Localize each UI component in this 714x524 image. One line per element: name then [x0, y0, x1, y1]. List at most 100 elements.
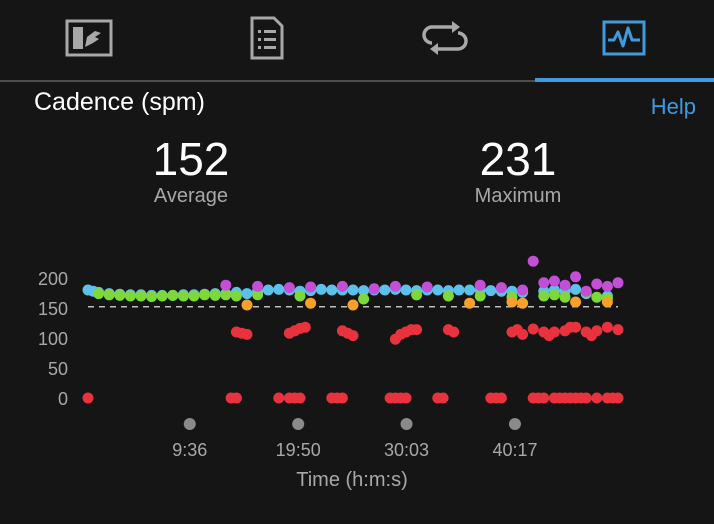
data-point	[336, 392, 348, 404]
data-point	[294, 392, 306, 404]
active-tab-indicator	[535, 78, 714, 82]
data-point	[347, 299, 359, 311]
data-point	[294, 290, 306, 302]
data-point	[548, 275, 560, 287]
tab-laps[interactable]	[356, 0, 534, 80]
data-point	[591, 291, 603, 303]
data-point	[548, 289, 560, 301]
data-point	[305, 297, 317, 309]
data-point	[299, 321, 311, 333]
data-point	[612, 277, 624, 289]
data-point	[527, 255, 539, 267]
data-point	[305, 281, 317, 293]
chart-card-icon	[65, 19, 113, 62]
data-point	[474, 290, 486, 302]
waveform-icon	[602, 20, 646, 61]
data-point	[199, 289, 211, 301]
data-point	[570, 271, 582, 283]
data-point	[230, 290, 242, 302]
x-tick-marker	[508, 418, 521, 430]
data-point	[601, 296, 613, 308]
maximum-value: 231	[479, 133, 557, 185]
data-point	[538, 392, 550, 404]
data-point	[591, 325, 603, 337]
help-link[interactable]: Help	[651, 94, 696, 120]
cadence-chart: 0 50 100 150 200 9:36 19:50 30:03 40:17 Time (h…	[38, 255, 624, 491]
data-point	[124, 290, 136, 302]
data-point	[252, 280, 264, 292]
data-point	[358, 293, 370, 305]
data-point	[167, 289, 179, 301]
data-point	[506, 296, 518, 308]
average-label: Average	[153, 185, 229, 207]
data-point	[612, 392, 624, 404]
tab-charts[interactable]	[535, 0, 713, 80]
data-point	[273, 283, 285, 295]
y-tick-label: 100	[38, 329, 68, 349]
data-point	[517, 284, 529, 296]
data-point	[389, 280, 401, 292]
loop-arrows-icon	[422, 20, 468, 60]
x-tick-marker	[400, 418, 413, 430]
data-point	[527, 323, 539, 335]
data-point	[495, 282, 507, 294]
y-tick-label: 50	[48, 359, 68, 379]
data-point	[570, 321, 582, 333]
tab-overview[interactable]	[0, 0, 178, 80]
x-axis-label: Time (h:m:s)	[296, 469, 407, 491]
data-point	[570, 296, 582, 308]
data-point	[241, 299, 253, 311]
data-point	[177, 290, 189, 302]
data-point	[421, 281, 433, 293]
data-point	[538, 277, 550, 289]
data-point	[591, 392, 603, 404]
data-point	[368, 283, 380, 295]
data-point	[517, 297, 529, 309]
maximum-label: Maximum	[474, 185, 562, 207]
data-point	[464, 297, 476, 309]
data-point	[241, 328, 253, 340]
data-point	[188, 290, 200, 302]
x-tick-marker	[183, 418, 196, 430]
document-list-icon	[250, 16, 284, 65]
tab-details[interactable]	[178, 0, 356, 80]
data-point	[379, 284, 391, 296]
data-point	[220, 279, 232, 291]
y-tick-label: 150	[38, 299, 68, 319]
data-point	[283, 282, 295, 294]
data-point	[103, 289, 115, 301]
data-point	[538, 290, 550, 302]
data-point	[474, 279, 486, 291]
data-point	[437, 392, 449, 404]
data-point	[262, 284, 274, 296]
data-point	[612, 324, 624, 336]
tab-bar	[0, 0, 714, 82]
data-point	[230, 392, 242, 404]
y-tick-label: 0	[58, 389, 68, 409]
data-point	[273, 392, 285, 404]
data-point	[580, 285, 592, 297]
data-point	[548, 326, 560, 338]
data-point	[448, 326, 460, 338]
x-tick-label: 30:03	[384, 440, 429, 460]
data-point	[336, 280, 348, 292]
data-point	[326, 284, 338, 296]
data-point	[315, 283, 327, 295]
x-tick-label: 19:50	[276, 440, 321, 460]
data-point	[580, 392, 592, 404]
x-tick-marker	[292, 418, 305, 430]
data-point	[114, 289, 126, 301]
data-point	[156, 290, 168, 302]
data-point	[432, 284, 444, 296]
data-point	[146, 291, 158, 303]
data-point	[601, 321, 613, 333]
data-point	[411, 324, 423, 336]
data-point	[442, 290, 454, 302]
data-point	[495, 392, 507, 404]
data-point	[411, 289, 423, 301]
data-point	[400, 284, 412, 296]
data-point	[82, 392, 94, 404]
average-value: 152	[152, 133, 230, 185]
data-point	[135, 290, 147, 302]
chart-title: Cadence (spm)	[34, 88, 205, 116]
